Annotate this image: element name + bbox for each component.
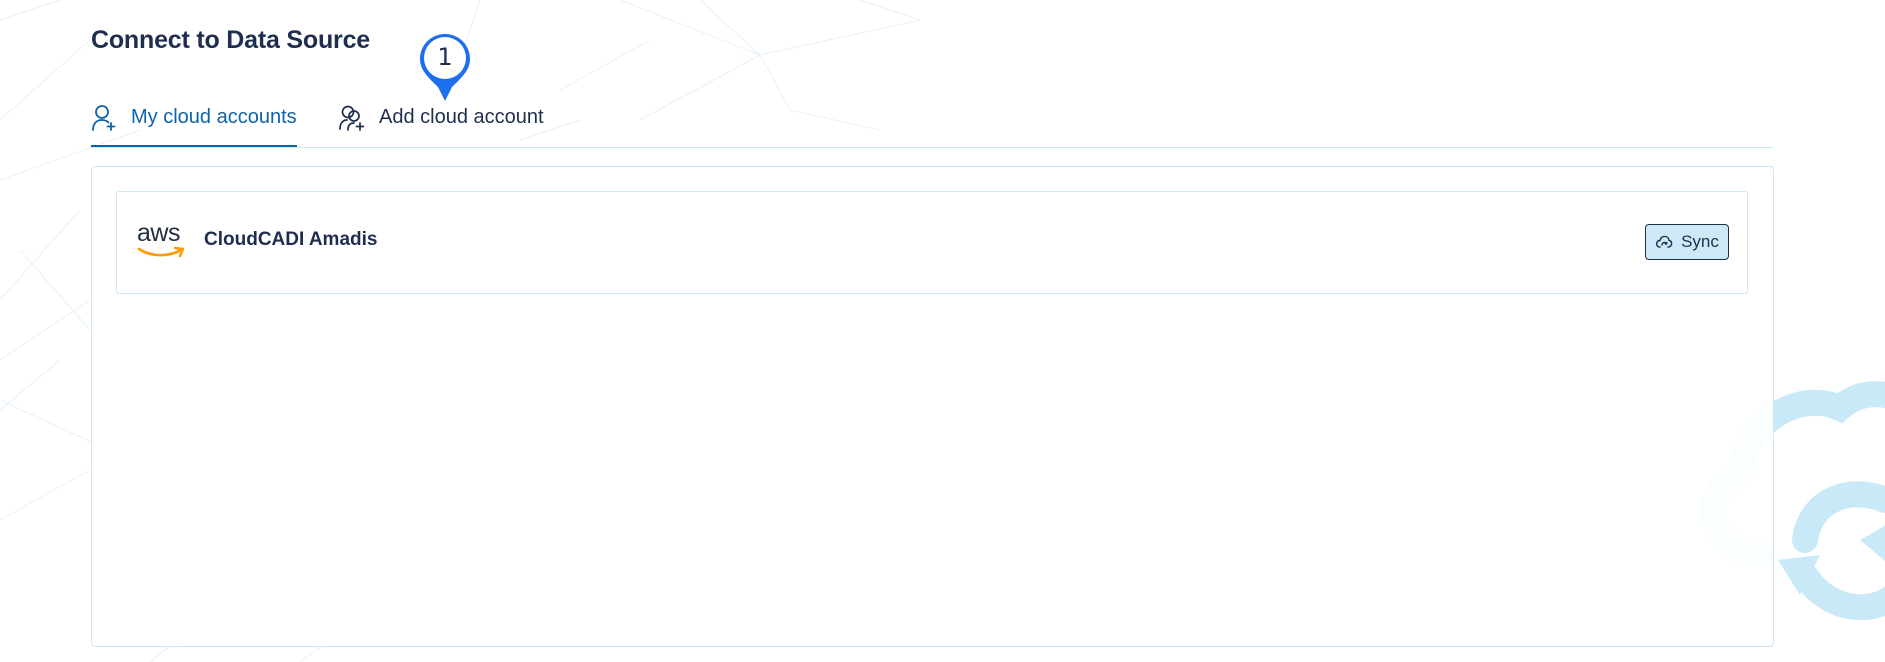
cloud-sync-icon (1655, 234, 1673, 250)
page-title: Connect to Data Source (91, 26, 370, 54)
tab-label: Add cloud account (379, 106, 544, 128)
tab-my-cloud-accounts[interactable]: My cloud accounts (91, 100, 297, 147)
tab-add-cloud-account[interactable]: Add cloud account (339, 100, 544, 146)
cloud-account-card: aws CloudCADI Amadis Sync (116, 191, 1748, 294)
step-number: 1 (437, 43, 453, 71)
users-plus-icon (339, 104, 365, 132)
user-plus-icon (91, 104, 117, 132)
step-marker: 1 (416, 31, 474, 103)
account-name: CloudCADI Amadis (204, 229, 378, 250)
aws-logo-icon: aws (137, 219, 185, 259)
sync-button[interactable]: Sync (1645, 224, 1729, 260)
provider-logo-text: aws (137, 219, 180, 247)
tab-label: My cloud accounts (131, 106, 297, 128)
account-tabs: My cloud accounts Add cloud account (91, 100, 1773, 148)
sync-button-label: Sync (1681, 232, 1719, 251)
page: Connect to Data Source 1 My cloud accoun… (0, 0, 1885, 662)
